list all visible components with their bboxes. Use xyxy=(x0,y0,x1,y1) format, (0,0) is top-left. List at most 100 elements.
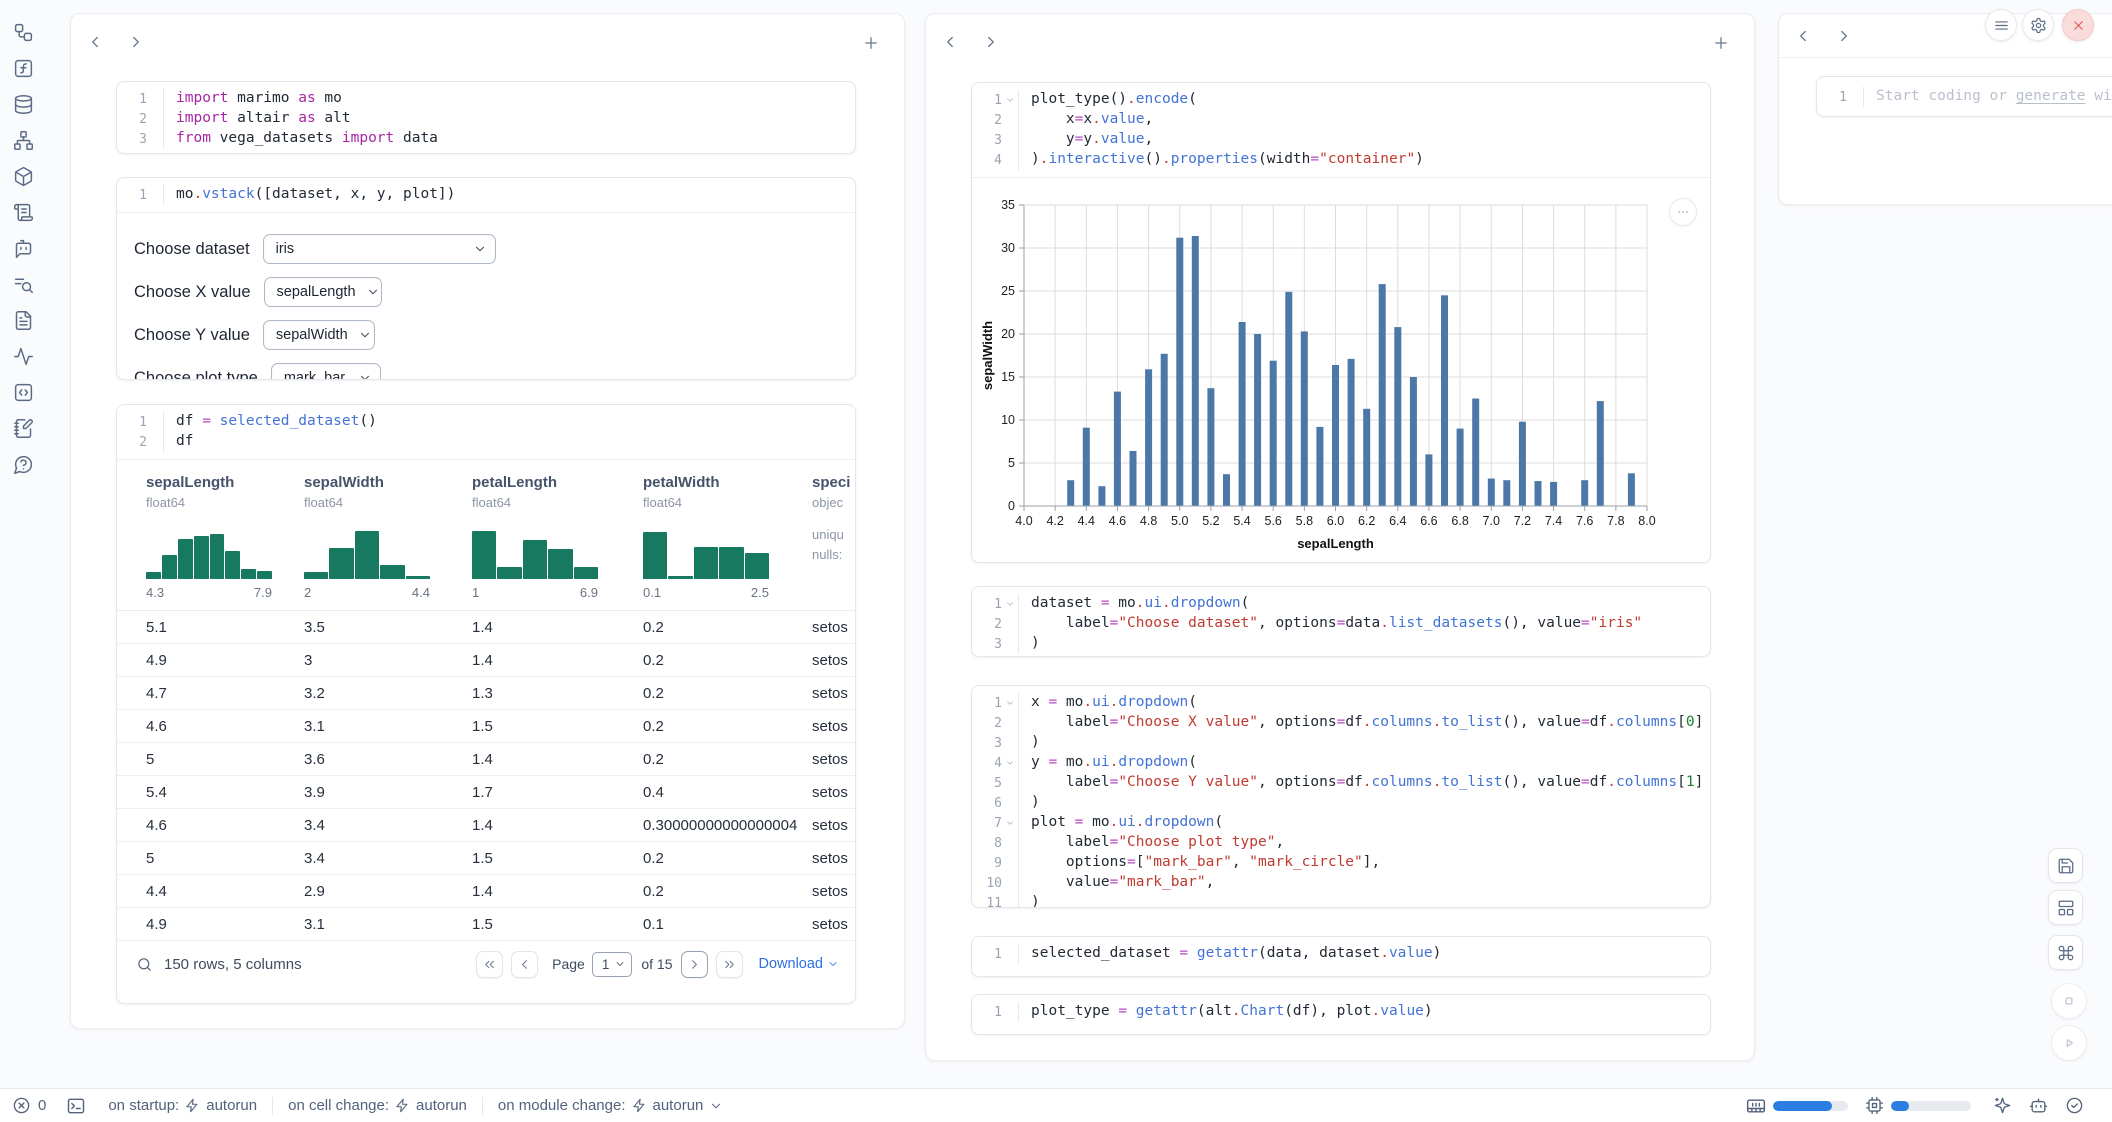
code-editor[interactable]: 1x = mo.ui.dropdown(2 label="Choose X va… xyxy=(972,686,1710,908)
search-icon[interactable] xyxy=(136,956,153,973)
generate-link[interactable]: generate xyxy=(2016,88,2086,104)
terminal-icon[interactable] xyxy=(66,1096,86,1116)
fold-icon[interactable] xyxy=(1002,733,1018,753)
chevron-left-icon[interactable] xyxy=(81,29,109,55)
sidebar-item-snippets[interactable] xyxy=(13,382,35,403)
table-row[interactable]: 5.13.51.40.2setos xyxy=(117,611,855,644)
fold-icon[interactable] xyxy=(1002,833,1018,853)
first-page-button[interactable] xyxy=(476,951,503,978)
sidebar-item-datasources[interactable] xyxy=(13,94,35,115)
choose-x-value-select[interactable]: sepalLength xyxy=(264,277,382,307)
errors-icon[interactable] xyxy=(12,1096,31,1115)
fold-icon[interactable] xyxy=(1002,853,1018,873)
choose-plot-type-select[interactable]: mark_bar xyxy=(271,363,381,380)
table-row[interactable]: 4.42.91.40.2setos xyxy=(117,875,855,908)
table-row[interactable]: 4.931.40.2setos xyxy=(117,644,855,677)
fold-icon[interactable] xyxy=(147,129,163,149)
fold-icon[interactable] xyxy=(147,185,163,205)
sidebar-item-find-replace[interactable] xyxy=(13,274,35,295)
fold-icon[interactable] xyxy=(1002,893,1018,908)
fold-icon[interactable] xyxy=(147,89,163,109)
fold-icon[interactable] xyxy=(147,109,163,129)
fold-icon[interactable] xyxy=(1002,110,1018,130)
fold-icon[interactable] xyxy=(1002,90,1018,110)
menu-button[interactable] xyxy=(1985,9,2017,41)
close-button[interactable] xyxy=(2062,9,2094,41)
table-row[interactable]: 53.41.50.2setos xyxy=(117,842,855,875)
altair-bar-chart[interactable]: 4.04.24.44.64.85.05.25.45.65.86.06.26.46… xyxy=(972,178,1711,558)
sidebar-item-functions[interactable] xyxy=(13,58,35,79)
fold-icon[interactable] xyxy=(1002,793,1018,813)
column-header-petalWidth[interactable]: petalWidth float64 0.12.5 xyxy=(643,474,812,600)
sidebar-item-ai-chat[interactable] xyxy=(13,238,35,259)
sidebar-item-documentation[interactable] xyxy=(13,310,35,331)
code-editor[interactable]: 1plot_type().encode(2 x=x.value,3 y=y.va… xyxy=(972,83,1710,177)
fold-icon[interactable] xyxy=(1002,614,1018,634)
table-row[interactable]: 4.63.41.40.30000000000000004setos xyxy=(117,809,855,842)
layout-button[interactable] xyxy=(2048,890,2083,925)
code-editor[interactable]: 1dataset = mo.ui.dropdown(2 label="Choos… xyxy=(972,587,1710,657)
code-editor[interactable]: 1plot_type = getattr(alt.Chart(df), plot… xyxy=(972,995,1710,1029)
code-editor[interactable]: 1import marimo as mo2import altair as al… xyxy=(117,82,855,154)
sidebar-item-packages[interactable] xyxy=(13,166,35,187)
fold-icon[interactable] xyxy=(1002,150,1018,170)
table-row[interactable]: 5.43.91.70.4setos xyxy=(117,776,855,809)
fold-icon[interactable] xyxy=(1002,1002,1018,1022)
sidebar-item-logs[interactable] xyxy=(13,202,35,223)
fold-icon[interactable] xyxy=(1002,944,1018,964)
stop-button[interactable] xyxy=(2051,983,2087,1019)
fold-icon[interactable] xyxy=(1002,130,1018,150)
fold-icon[interactable] xyxy=(1002,873,1018,893)
table-row[interactable]: 53.61.40.2setos xyxy=(117,743,855,776)
chart-menu-button[interactable] xyxy=(1669,198,1697,226)
choose-dataset-select[interactable]: iris xyxy=(263,234,496,264)
page-select[interactable]: 1 xyxy=(592,952,633,977)
last-page-button[interactable] xyxy=(716,951,743,978)
connection-status-icon[interactable] xyxy=(2065,1096,2084,1115)
fold-icon[interactable] xyxy=(1002,753,1018,773)
chevron-right-icon[interactable] xyxy=(122,29,150,55)
chevron-right-icon[interactable] xyxy=(977,29,1005,55)
sidebar-item-scratchpad[interactable] xyxy=(13,418,35,439)
settings-button[interactable] xyxy=(2022,9,2054,41)
fold-icon[interactable] xyxy=(1002,813,1018,833)
fold-icon[interactable] xyxy=(1002,634,1018,654)
sidebar-item-file-explorer[interactable] xyxy=(13,22,35,43)
add-cell-button[interactable] xyxy=(858,31,884,55)
fold-icon[interactable] xyxy=(1002,773,1018,793)
runtime-config-1[interactable]: on startup:autorun xyxy=(108,1097,257,1114)
runtime-config-3[interactable]: on module change:autorun xyxy=(498,1097,723,1114)
fold-icon[interactable] xyxy=(1002,594,1018,614)
column-header-sepalWidth[interactable]: sepalWidth float64 24.4 xyxy=(304,474,472,600)
code-editor[interactable]: 1selected_dataset = getattr(data, datase… xyxy=(972,937,1710,971)
save-button[interactable] xyxy=(2048,848,2083,883)
column-header-sepalLength[interactable]: sepalLength float64 4.37.9 xyxy=(146,474,304,600)
run-button[interactable] xyxy=(2051,1025,2087,1061)
chevron-right-icon[interactable] xyxy=(1830,23,1858,49)
fold-icon[interactable] xyxy=(1002,713,1018,733)
memory-icon[interactable] xyxy=(1746,1096,1766,1116)
prev-page-button[interactable] xyxy=(511,951,538,978)
code-editor[interactable]: 1 Start coding or generate with xyxy=(1817,77,2112,117)
fold-icon[interactable] xyxy=(1002,693,1018,713)
assistant-bot-icon[interactable] xyxy=(2029,1096,2048,1115)
fold-icon[interactable] xyxy=(147,412,163,432)
sidebar-item-dependency-graph[interactable] xyxy=(13,130,35,151)
choose-y-value-select[interactable]: sepalWidth xyxy=(263,320,375,350)
table-row[interactable]: 4.63.11.50.2setos xyxy=(117,710,855,743)
table-row[interactable]: 4.93.11.50.1setos xyxy=(117,908,855,941)
code-editor[interactable]: 1mo.vstack([dataset, x, y, plot]) xyxy=(117,178,855,212)
fold-icon[interactable] xyxy=(147,432,163,452)
chevron-left-icon[interactable] xyxy=(1789,23,1817,49)
ai-sparkles-icon[interactable] xyxy=(1993,1096,2012,1115)
command-palette-button[interactable] xyxy=(2048,935,2083,970)
code-editor[interactable]: 1df = selected_dataset()2df xyxy=(117,405,855,459)
column-header-petalLength[interactable]: petalLength float64 16.9 xyxy=(472,474,643,600)
sidebar-item-help[interactable] xyxy=(13,454,35,475)
column-header-species[interactable]: speci objec uniqunulls: xyxy=(812,474,855,600)
download-button[interactable]: Download xyxy=(759,956,840,972)
sidebar-item-tracing[interactable] xyxy=(13,346,35,367)
next-page-button[interactable] xyxy=(681,951,708,978)
cpu-icon[interactable] xyxy=(1865,1096,1884,1115)
runtime-config-2[interactable]: on cell change:autorun xyxy=(288,1097,467,1114)
